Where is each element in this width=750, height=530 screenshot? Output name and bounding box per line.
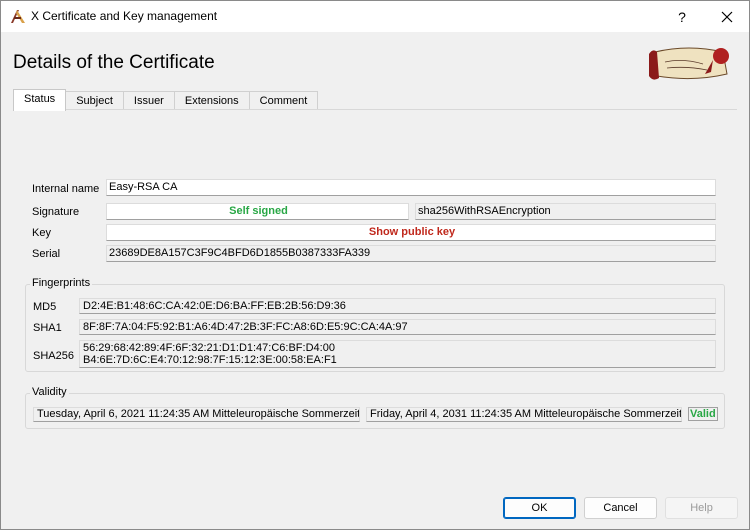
dialog-header: Details of the Certificate Status Subjec… xyxy=(1,32,749,111)
status-tab-panel: Internal name Easy-RSA CA Signature Self… xyxy=(13,109,737,487)
scroll-seal-logo xyxy=(649,47,729,80)
page-title: Details of the Certificate xyxy=(13,52,215,73)
internal-name-field[interactable]: Easy-RSA CA xyxy=(106,179,716,196)
window-title: X Certificate and Key management xyxy=(31,9,218,23)
md5-label: MD5 xyxy=(33,301,57,313)
validity-title: Validity xyxy=(30,386,69,398)
valid-from-field: Tuesday, April 6, 2021 11:24:35 AM Mitte… xyxy=(33,407,360,422)
sha1-label: SHA1 xyxy=(33,322,62,334)
dialog-window: X Certificate and Key management ? Detai… xyxy=(0,0,750,530)
valid-until-field: Friday, April 4, 2031 11:24:35 AM Mittel… xyxy=(366,407,682,422)
key-label: Key xyxy=(32,227,51,239)
tab-status[interactable]: Status xyxy=(13,89,67,111)
md5-field: D2:4E:B1:48:6C:CA:42:0E:D6:BA:FF:EB:2B:5… xyxy=(79,298,716,314)
close-icon[interactable] xyxy=(713,5,741,29)
signature-status: Self signed xyxy=(106,203,409,220)
xca-app-icon xyxy=(11,10,25,23)
ok-button[interactable]: OK xyxy=(503,497,576,519)
sha256-line-1: 56:29:68:42:89:4F:6F:32:21:D1:D1:47:C6:B… xyxy=(83,342,335,354)
tab-extensions[interactable]: Extensions xyxy=(173,91,250,111)
signature-label: Signature xyxy=(32,206,80,218)
cancel-button[interactable]: Cancel xyxy=(584,497,657,519)
internal-name-label: Internal name xyxy=(32,183,100,195)
sha256-field: 56:29:68:42:89:4F:6F:32:21:D1:D1:47:C6:B… xyxy=(79,340,716,368)
tab-issuer[interactable]: Issuer xyxy=(122,91,175,111)
context-help-button[interactable]: ? xyxy=(668,5,696,29)
tab-comment[interactable]: Comment xyxy=(248,91,319,111)
fingerprints-title: Fingerprints xyxy=(30,277,93,289)
title-bar: X Certificate and Key management ? xyxy=(1,1,749,32)
help-button[interactable]: Help xyxy=(665,497,738,519)
show-public-key-button[interactable]: Show public key xyxy=(106,224,716,241)
validity-state-badge: Valid xyxy=(688,407,718,421)
tab-bar: Status Subject Issuer Extensions Comment xyxy=(13,89,319,111)
sha1-field: 8F:8F:7A:04:F5:92:B1:A6:4D:47:2B:3F:FC:A… xyxy=(79,319,716,335)
signature-algorithm-field: sha256WithRSAEncryption xyxy=(415,203,716,220)
serial-field: 23689DE8A157C3F9C4BFD6D1855B0387333FA339 xyxy=(106,245,716,262)
sha256-line-2: B4:6E:7D:6C:E4:70:12:98:7F:15:12:3E:00:5… xyxy=(83,354,337,366)
button-bar: OK Cancel Help xyxy=(1,487,749,529)
serial-label: Serial xyxy=(32,248,61,260)
tab-subject[interactable]: Subject xyxy=(65,91,124,111)
sha256-label: SHA256 xyxy=(33,350,74,362)
